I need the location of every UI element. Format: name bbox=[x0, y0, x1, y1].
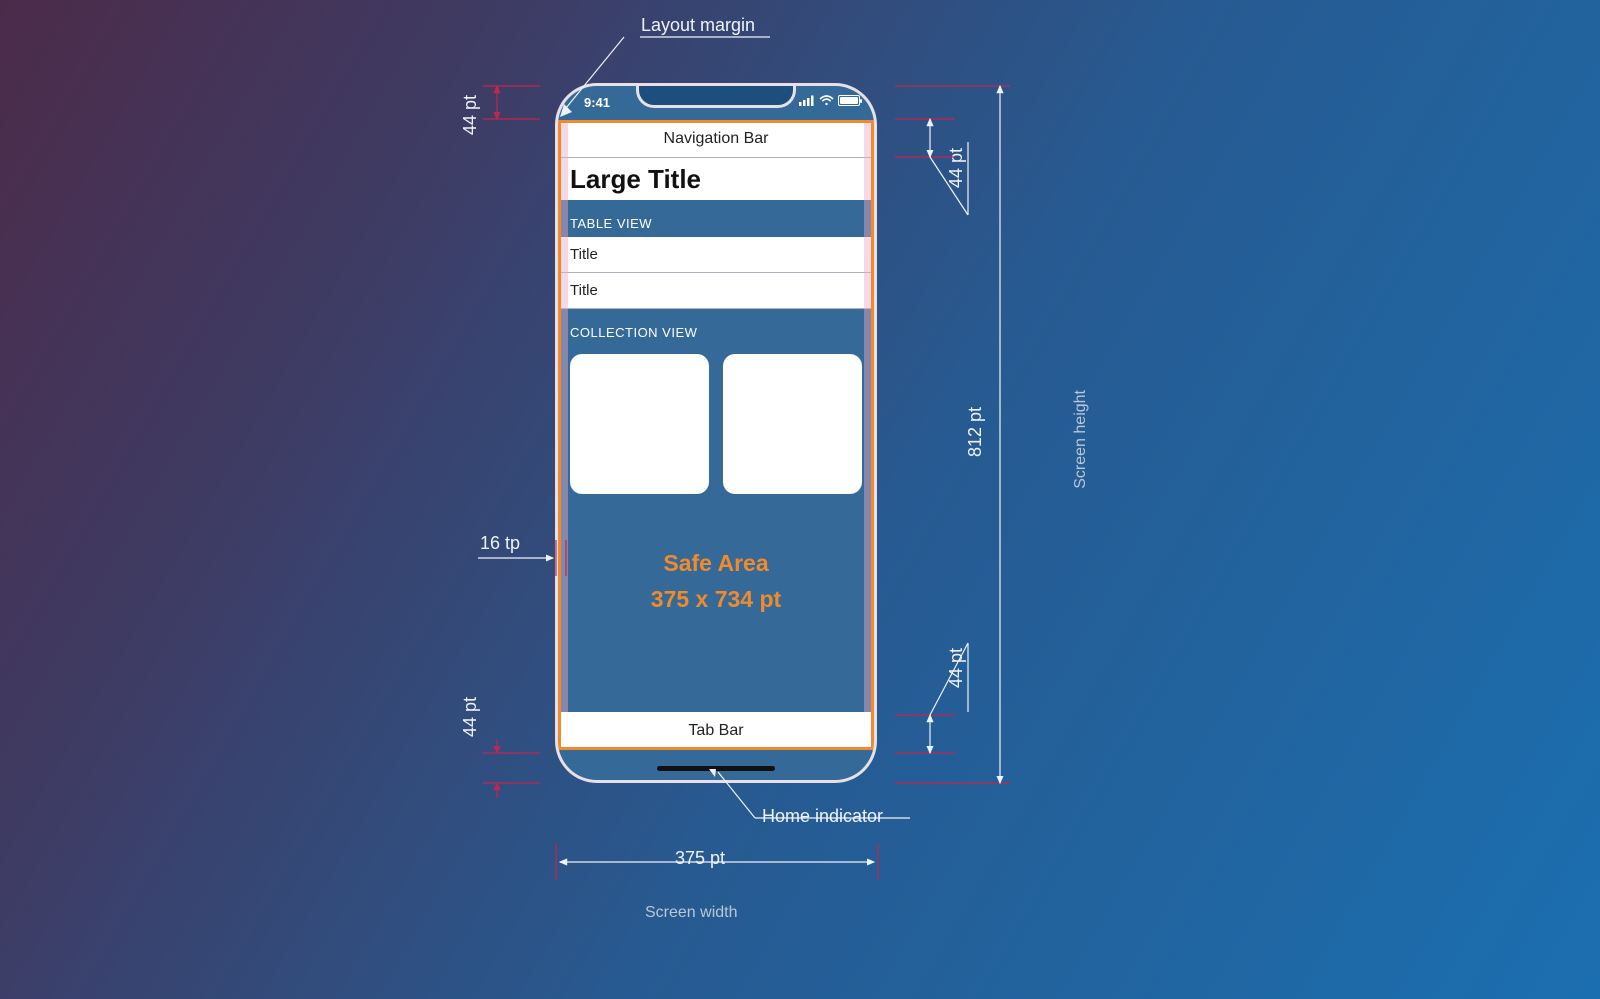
cellular-icon bbox=[799, 95, 815, 106]
label-layout-margin: Layout margin bbox=[641, 15, 755, 36]
dim-tabbar-height: 44 pt bbox=[946, 648, 967, 688]
collection-section-header: COLLECTION VIEW bbox=[558, 309, 874, 346]
status-icons bbox=[799, 95, 860, 106]
safe-area-label: Safe Area 375 x 734 pt bbox=[558, 546, 874, 617]
dim-screen-width: 375 pt bbox=[675, 848, 725, 869]
collection-view bbox=[558, 346, 874, 494]
layout-margin-tint bbox=[864, 120, 874, 750]
home-indicator-bar bbox=[657, 766, 775, 771]
table-section-header: TABLE VIEW bbox=[558, 200, 874, 237]
label-screen-width: Screen width bbox=[645, 904, 738, 922]
large-title: Large Title bbox=[558, 158, 874, 200]
label-home-indicator: Home indicator bbox=[762, 806, 883, 827]
label-screen-height: Screen height bbox=[1072, 390, 1090, 489]
status-time: 9:41 bbox=[584, 95, 610, 110]
safe-area-size: 375 x 734 pt bbox=[558, 582, 874, 618]
dim-statusbar-height: 44 pt bbox=[460, 95, 481, 135]
layout-margin-tint bbox=[558, 120, 568, 750]
safe-area-title: Safe Area bbox=[558, 546, 874, 582]
dim-navbar-height: 44 pt bbox=[946, 148, 967, 188]
collection-item bbox=[570, 354, 709, 494]
battery-icon bbox=[838, 95, 860, 106]
dim-bottom-inset: 44 pt bbox=[460, 697, 481, 737]
collection-item bbox=[723, 354, 862, 494]
wifi-icon bbox=[819, 95, 834, 106]
phone-notch bbox=[636, 84, 796, 108]
navigation-bar: Navigation Bar bbox=[558, 120, 874, 158]
tab-bar: Tab Bar bbox=[558, 712, 874, 750]
phone-frame: 9:41 Navigation Bar Large Title TABLE VI… bbox=[555, 83, 877, 783]
table-row: Title bbox=[558, 273, 874, 309]
dim-layout-margin: 16 tp bbox=[480, 533, 520, 554]
dim-screen-height: 812 pt bbox=[965, 407, 986, 457]
table-row: Title bbox=[558, 237, 874, 273]
